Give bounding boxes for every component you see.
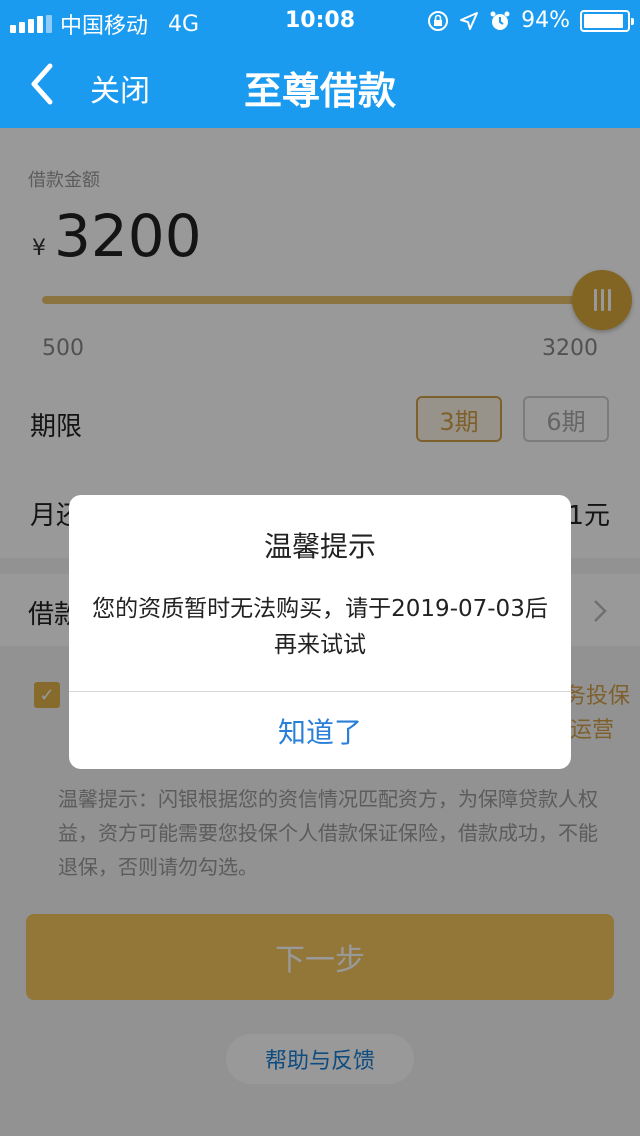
- alarm-clock-icon: [490, 11, 510, 30]
- dialog-message: 您的资质暂时无法购买，请于2019-07-03后再来试试: [92, 596, 548, 658]
- alert-dialog: 温馨提示 您的资质暂时无法购买，请于2019-07-03后再来试试 知道了: [69, 495, 571, 769]
- battery-percent: 94%: [521, 8, 570, 33]
- dialog-title: 温馨提示: [263, 530, 376, 563]
- battery-fill: [584, 13, 624, 28]
- rotation-lock-icon: [428, 10, 449, 31]
- nav-bar: 关闭 至尊借款: [0, 40, 640, 128]
- status-bar: 中国移动 4G 10:08 94%: [0, 0, 640, 40]
- location-arrow-icon: [460, 11, 479, 30]
- status-right: 94%: [427, 8, 634, 33]
- battery-icon: [580, 9, 634, 32]
- dialog-confirm-button[interactable]: 知道了: [69, 692, 571, 769]
- page-title: 至尊借款: [243, 69, 396, 113]
